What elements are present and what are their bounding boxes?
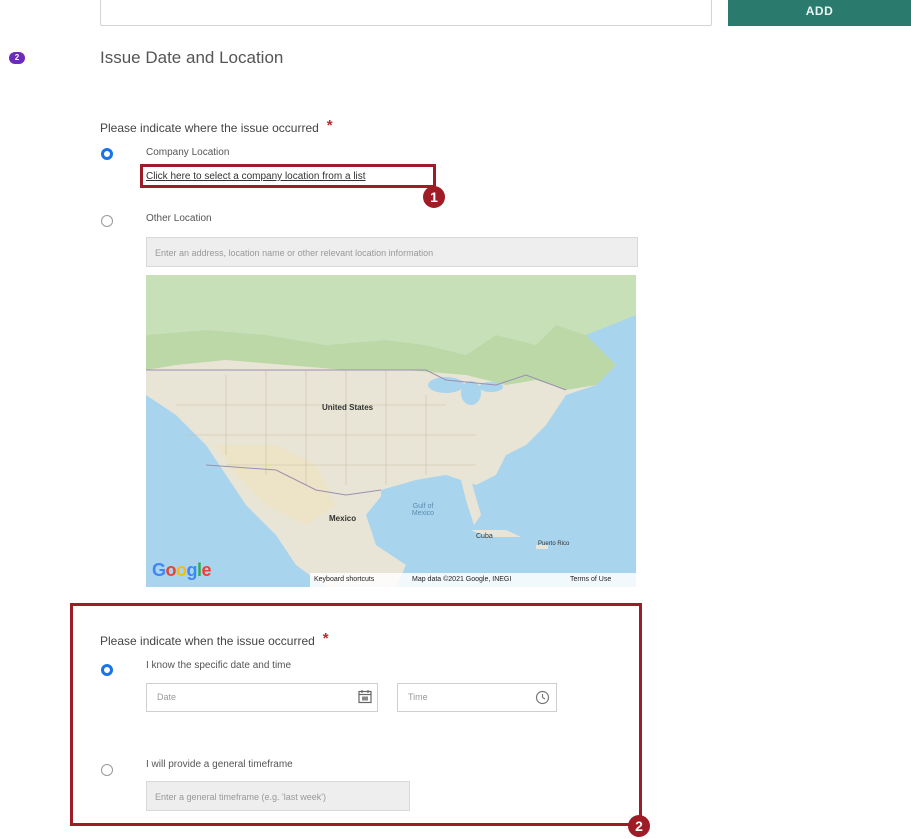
calendar-icon[interactable]: [358, 689, 372, 704]
terms-of-use-link[interactable]: Terms of Use: [570, 576, 611, 583]
google-logo-o1: o: [165, 560, 177, 580]
other-location-label: Other Location: [146, 213, 212, 224]
other-location-input[interactable]: Enter an address, location name or other…: [146, 237, 638, 267]
date-input[interactable]: Date: [146, 683, 378, 712]
time-placeholder: Time: [408, 692, 428, 702]
top-text-input[interactable]: [100, 0, 712, 26]
where-question: Please indicate where the issue occurred…: [100, 117, 333, 136]
company-location-radio[interactable]: [101, 148, 113, 160]
google-logo-g: G: [152, 560, 166, 580]
google-logo-g2: g: [186, 560, 198, 580]
section-title: Issue Date and Location: [100, 48, 284, 67]
when-question-text: Please indicate when the issue occurred: [100, 634, 315, 648]
required-asterisk: *: [326, 117, 333, 134]
callout-number-2: 2: [628, 815, 650, 837]
step-badge: 2: [9, 52, 25, 64]
map-label-mexico: Mexico: [329, 514, 357, 523]
select-company-location-link[interactable]: Click here to select a company location …: [146, 171, 366, 182]
google-logo-o2: o: [176, 560, 187, 580]
map-label-cuba: Cuba: [476, 533, 493, 540]
where-question-text: Please indicate where the issue occurred: [100, 121, 319, 135]
google-logo: Google: [152, 560, 212, 581]
required-asterisk: *: [322, 630, 329, 647]
clock-icon[interactable]: [535, 690, 550, 705]
map-label-gulf: Gulf of Mexico: [411, 503, 435, 517]
google-logo-e: e: [201, 560, 212, 580]
specific-date-label: I know the specific date and time: [146, 660, 292, 671]
map-data-attribution: Map data ©2021 Google, INEGI: [412, 576, 512, 583]
date-placeholder: Date: [157, 692, 177, 702]
callout-number-1: 1: [423, 186, 445, 208]
time-input[interactable]: Time: [397, 683, 557, 712]
keyboard-shortcuts-link[interactable]: Keyboard shortcuts: [314, 576, 374, 583]
when-question: Please indicate when the issue occurred *: [100, 630, 329, 649]
general-timeframe-label: I will provide a general timeframe: [146, 759, 293, 770]
general-timeframe-radio[interactable]: [101, 764, 113, 776]
location-map[interactable]: United States Mexico Gulf of Mexico Cuba…: [146, 275, 636, 587]
add-button[interactable]: ADD: [728, 0, 911, 26]
general-timeframe-input[interactable]: Enter a general timeframe (e.g. 'last we…: [146, 781, 410, 811]
specific-date-radio[interactable]: [101, 664, 113, 676]
map-label-united-states: United States: [322, 403, 374, 412]
company-location-label: Company Location: [146, 147, 230, 158]
other-location-radio[interactable]: [101, 215, 113, 227]
map-label-puerto-rico: Puerto Rico: [538, 541, 570, 547]
